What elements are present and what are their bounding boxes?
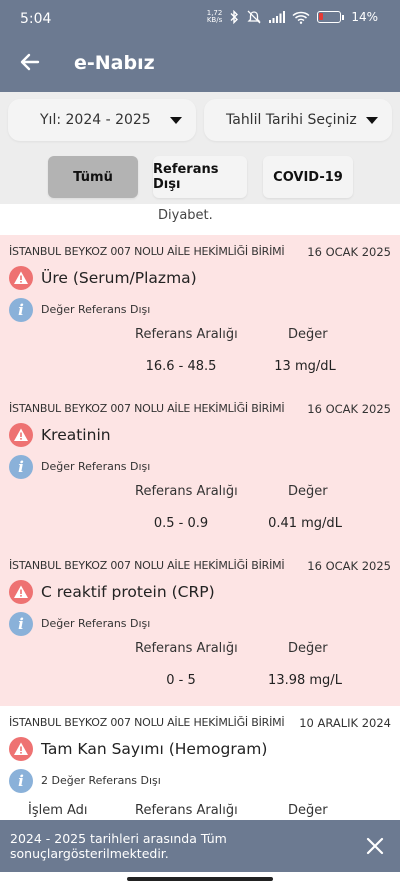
header-value: Değer [288, 484, 328, 499]
result-card[interactable]: İSTANBUL BEYKOZ 007 NOLU AİLE HEKİMLİĞİ … [0, 549, 400, 706]
close-icon[interactable] [364, 835, 386, 857]
status-time: 5:04 [20, 11, 52, 27]
clinic-name: İSTANBUL BEYKOZ 007 NOLU AİLE HEKİMLİĞİ … [9, 245, 285, 258]
result-date: 16 OCAK 2025 [307, 245, 391, 259]
header-test-name: İşlem Adı [28, 803, 88, 818]
reference-range-value: 0.5 - 0.9 [153, 516, 209, 531]
test-name: Tam Kan Sayımı (Hemogram) [41, 740, 268, 758]
filter-chip-out-of-range[interactable]: Referans Dışı [153, 156, 247, 198]
partial-previous-text: Diyabet. [158, 208, 213, 223]
network-speed-unit: KB/s [206, 16, 223, 24]
info-icon[interactable]: i [9, 612, 33, 636]
header-reference-range: Referans Aralığı [135, 484, 238, 499]
warning-icon [9, 423, 33, 447]
results-list[interactable]: Diyabet. İSTANBUL BEYKOZ 007 NOLU AİLE H… [0, 204, 400, 820]
result-card[interactable]: İSTANBUL BEYKOZ 007 NOLU AİLE HEKİMLİĞİ … [0, 706, 400, 820]
chevron-down-icon [366, 117, 378, 124]
info-icon[interactable]: i [9, 455, 33, 479]
warning-icon [9, 737, 33, 761]
header-value: Değer [288, 803, 328, 818]
signal-icon [269, 11, 286, 23]
header-reference-range: Referans Aralığı [135, 327, 238, 342]
warning-icon [9, 266, 33, 290]
test-date-dropdown[interactable]: Tahlil Tarihi Seçiniz [204, 99, 392, 141]
clinic-name: İSTANBUL BEYKOZ 007 NOLU AİLE HEKİMLİĞİ … [9, 559, 285, 572]
reference-range-value: 16.6 - 48.5 [145, 359, 217, 374]
warning-icon [9, 580, 33, 604]
reference-note: Değer Referans Dışı [41, 460, 151, 473]
test-date-dropdown-value: Tahlil Tarihi Seçiniz [226, 112, 357, 128]
year-dropdown[interactable]: Yıl: 2024 - 2025 [8, 99, 196, 141]
result-date: 16 OCAK 2025 [307, 559, 391, 573]
header-reference-range: Referans Aralığı [135, 803, 238, 818]
info-icon[interactable]: i [9, 769, 33, 793]
header-value: Değer [288, 641, 328, 656]
filter-chip-covid[interactable]: COVID-19 [263, 156, 353, 198]
system-nav-bar [0, 872, 400, 888]
home-gesture-handle[interactable] [127, 877, 273, 881]
test-name: C reaktif protein (CRP) [41, 583, 215, 601]
header-reference-range: Referans Aralığı [135, 641, 238, 656]
reference-note: Değer Referans Dışı [41, 617, 151, 630]
battery-percent: 14% [351, 10, 378, 24]
chevron-down-icon [170, 117, 182, 124]
filter-panel: Yıl: 2024 - 2025 Tahlil Tarihi Seçiniz T… [0, 92, 400, 204]
network-speed: 1,72 KB/s [207, 10, 223, 24]
test-name: Üre (Serum/Plazma) [41, 269, 197, 287]
snackbar: 2024 - 2025 tarihleri arasında Tüm sonuç… [0, 820, 400, 872]
reference-note: Değer Referans Dışı [41, 303, 151, 316]
result-date: 16 OCAK 2025 [307, 402, 391, 416]
info-icon[interactable]: i [9, 298, 33, 322]
result-value: 0.41 mg/dL [268, 516, 342, 531]
snackbar-message: 2024 - 2025 tarihleri arasında Tüm sonuç… [10, 831, 227, 861]
mute-icon [247, 10, 261, 24]
result-value: 13 mg/dL [274, 359, 336, 374]
page-title: e-Nabız [74, 52, 155, 74]
result-card[interactable]: İSTANBUL BEYKOZ 007 NOLU AİLE HEKİMLİĞİ … [0, 235, 400, 392]
battery-icon [317, 11, 342, 23]
test-name: Kreatinin [41, 426, 111, 444]
header-value: Değer [288, 327, 328, 342]
reference-note: 2 Değer Referans Dışı [41, 774, 161, 787]
result-card[interactable]: İSTANBUL BEYKOZ 007 NOLU AİLE HEKİMLİĞİ … [0, 392, 400, 549]
clinic-name: İSTANBUL BEYKOZ 007 NOLU AİLE HEKİMLİĞİ … [9, 402, 285, 415]
result-value: 13.98 mg/L [268, 673, 342, 688]
status-bar: 5:04 1,72 KB/s 14% [0, 0, 400, 36]
reference-range-value: 0 - 5 [166, 673, 196, 688]
result-date: 10 ARALIK 2024 [299, 716, 391, 730]
clinic-name: İSTANBUL BEYKOZ 007 NOLU AİLE HEKİMLİĞİ … [9, 716, 285, 729]
bluetooth-icon [230, 10, 239, 24]
arrow-left-icon[interactable] [18, 50, 42, 74]
filter-chip-all[interactable]: Tümü [48, 156, 138, 198]
year-dropdown-value: Yıl: 2024 - 2025 [40, 112, 151, 128]
wifi-icon [292, 11, 310, 24]
app-bar: e-Nabız [0, 36, 400, 92]
